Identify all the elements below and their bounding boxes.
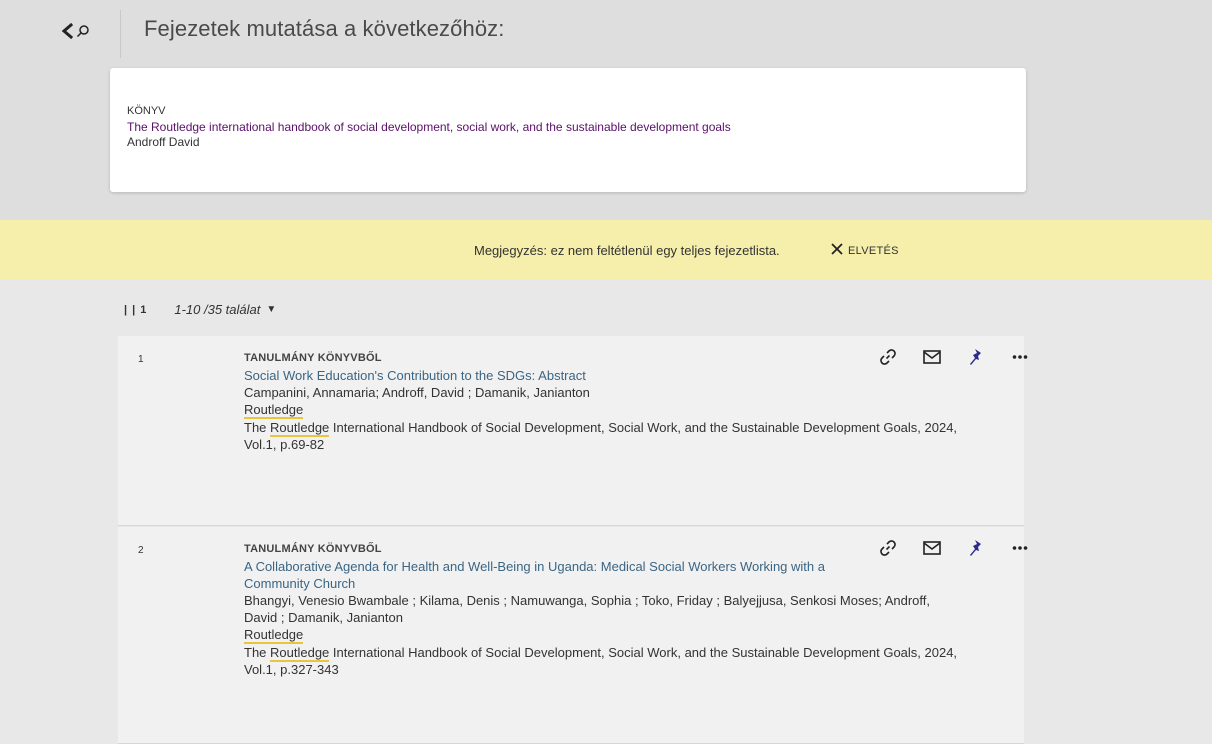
result-index: 1 xyxy=(138,354,144,365)
book-author: Androff David xyxy=(127,135,200,149)
back-to-search-button[interactable] xyxy=(60,16,100,46)
result-item[interactable]: 1 TANULMÁNY KÖNYVBŐL Social Work Educati… xyxy=(118,336,1028,526)
link-icon[interactable] xyxy=(866,344,910,370)
more-icon[interactable] xyxy=(998,344,1042,370)
page-title: Fejezetek mutatása a következőhöz: xyxy=(144,16,505,41)
result-index: 2 xyxy=(138,545,144,556)
chevron-left-icon xyxy=(60,23,74,39)
result-actions xyxy=(866,344,1042,370)
more-icon[interactable] xyxy=(998,535,1042,561)
result-title-link[interactable]: Social Work Education's Contribution to … xyxy=(244,367,964,384)
link-icon[interactable] xyxy=(866,535,910,561)
page-number: 1 xyxy=(140,303,147,316)
dismiss-button[interactable]: ELVETÉS xyxy=(830,242,899,259)
dismiss-label: ELVETÉS xyxy=(848,244,899,257)
result-type: TANULMÁNY KÖNYVBŐL xyxy=(244,543,382,555)
result-title-link[interactable]: A Collaborative Agenda for Health and We… xyxy=(244,558,844,592)
result-source: The Routledge International Handbook of … xyxy=(244,420,958,452)
notice-banner: Megjegyzés: ez nem feltétlenül egy telje… xyxy=(0,220,1212,280)
result-authors: Campanini, Annamaria; Androff, David ; D… xyxy=(244,385,590,400)
book-type: KÖNYV xyxy=(127,105,166,117)
caret-down-icon[interactable]: ▼ xyxy=(266,304,276,315)
result-authors: Bhangyi, Venesio Bwambale ; Kilama, Deni… xyxy=(244,593,930,625)
result-item[interactable]: 2 TANULMÁNY KÖNYVBŐL A Collaborative Age… xyxy=(118,527,1028,744)
results-count-dropdown[interactable]: 1-10 /35 találat xyxy=(174,302,260,317)
bars-icon: | | xyxy=(124,303,137,316)
result-publisher: Routledge xyxy=(244,402,304,419)
chapters-header-area: Fejezetek mutatása a következőhöz: KÖNYV… xyxy=(0,0,1212,220)
result-source: The Routledge International Handbook of … xyxy=(244,645,958,677)
result-type: TANULMÁNY KÖNYVBŐL xyxy=(244,352,382,364)
search-icon xyxy=(76,24,90,38)
result-actions xyxy=(866,535,1042,561)
results-bar: | | 1 1-10 /35 találat ▼ xyxy=(124,302,276,317)
result-body: TANULMÁNY KÖNYVBŐL Social Work Education… xyxy=(244,350,964,453)
pin-icon[interactable] xyxy=(954,344,998,370)
pin-icon[interactable] xyxy=(954,535,998,561)
envelope-icon[interactable] xyxy=(910,535,954,561)
result-body: TANULMÁNY KÖNYVBŐL A Collaborative Agend… xyxy=(244,541,964,678)
close-icon xyxy=(830,242,844,259)
result-publisher: Routledge xyxy=(244,627,304,644)
header-divider xyxy=(120,10,121,58)
book-card: KÖNYV The Routledge international handbo… xyxy=(110,68,1026,192)
book-title-link[interactable]: The Routledge international handbook of … xyxy=(127,120,731,134)
notice-text: Megjegyzés: ez nem feltétlenül egy telje… xyxy=(474,243,780,258)
envelope-icon[interactable] xyxy=(910,344,954,370)
